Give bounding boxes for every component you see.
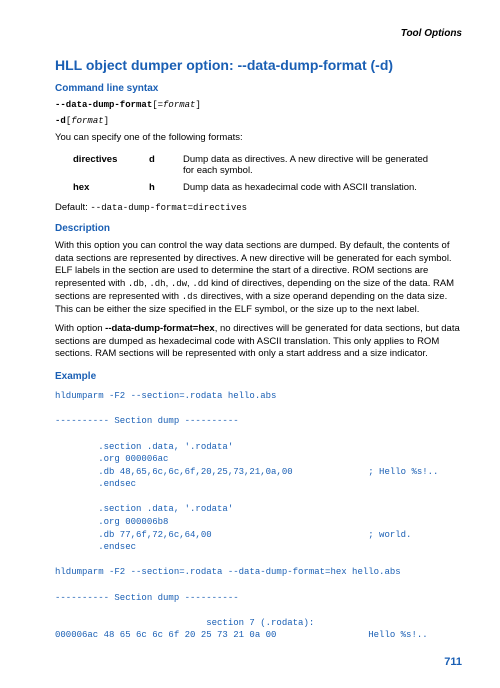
syntax-bracket-close-2: ]	[104, 116, 109, 126]
syntax-heading: Command line syntax	[55, 83, 462, 94]
format-key: directives	[73, 151, 149, 179]
syntax-format-2: format	[71, 116, 103, 126]
desc-code: .dd	[192, 279, 208, 289]
formats-intro: You can specify one of the following for…	[55, 132, 462, 145]
syntax-line-1: --data-dump-format[=format]	[55, 100, 462, 110]
header-section: Tool Options	[55, 28, 462, 39]
page-number: 711	[55, 656, 462, 668]
example-heading: Example	[55, 371, 462, 382]
default-label: Default:	[55, 202, 90, 213]
page: Tool Options HLL object dumper option: -…	[0, 0, 500, 688]
page-title: HLL object dumper option: --data-dump-fo…	[55, 57, 462, 73]
desc-text: With option	[55, 323, 105, 334]
syntax-opt-long: --data-dump-format	[55, 100, 152, 110]
format-desc: Dump data as hexadecimal code with ASCII…	[183, 179, 447, 196]
table-row: hex h Dump data as hexadecimal code with…	[73, 179, 447, 196]
format-key: hex	[73, 179, 149, 196]
syntax-bracket: [=	[152, 100, 163, 110]
format-desc: Dump data as directives. A new directive…	[183, 151, 447, 179]
syntax-line-2: -d[format]	[55, 116, 462, 126]
description-p2: With option --data-dump-format=hex, no d…	[55, 323, 462, 361]
format-short: d	[149, 151, 183, 179]
formats-table: directives d Dump data as directives. A …	[73, 151, 447, 196]
description-p1: With this option you can control the way…	[55, 240, 462, 317]
desc-code: .dw	[171, 279, 187, 289]
syntax-bracket-close: ]	[195, 100, 200, 110]
format-short: h	[149, 179, 183, 196]
desc-code: .ds	[182, 292, 198, 302]
example-code: hldumparm -F2 --section=.rodata hello.ab…	[55, 390, 462, 642]
syntax-opt-short: -d	[55, 116, 66, 126]
default-line: Default: --data-dump-format=directives	[55, 202, 462, 213]
desc-code: .db	[128, 279, 144, 289]
syntax-format: format	[163, 100, 195, 110]
desc-code: .dh	[149, 279, 165, 289]
default-value: --data-dump-format=directives	[90, 203, 247, 213]
description-heading: Description	[55, 223, 462, 234]
desc-bold: --data-dump-format=hex	[105, 323, 215, 334]
table-row: directives d Dump data as directives. A …	[73, 151, 447, 179]
